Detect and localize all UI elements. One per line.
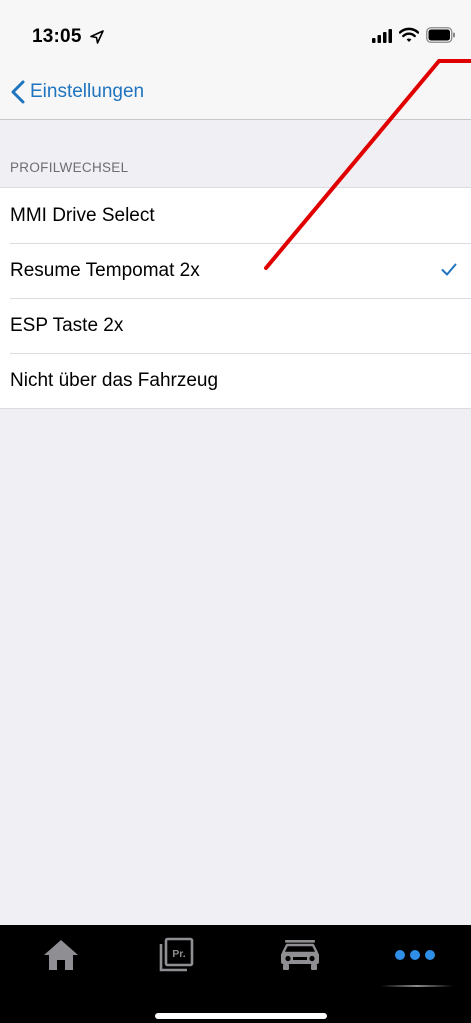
tab-more[interactable] [385,931,445,979]
cellular-signal-icon [372,29,392,43]
profile-switch-options: MMI Drive Select Resume Tempomat 2x ESP … [0,187,471,409]
wifi-icon [399,27,419,42]
status-time: 13:05 [32,26,82,47]
option-label: ESP Taste 2x [10,314,124,336]
back-button[interactable]: Einstellungen [10,76,144,108]
status-bar: 13:05 [0,0,471,68]
tab-home[interactable] [31,931,91,979]
navigation-bar: Einstellungen [0,68,471,120]
profile-icon-glyph: Pr. [172,948,186,960]
option-label: Resume Tempomat 2x [10,259,200,281]
checkmark-icon [441,263,457,276]
section-header: PROFILWECHSEL [10,160,129,175]
battery-icon [426,27,455,43]
profile-icon: Pr. [159,937,194,972]
location-arrow-icon [90,30,104,44]
tab-bar: Pr. [0,925,471,1023]
home-indicator[interactable] [155,1013,327,1019]
chevron-left-icon [11,80,25,104]
back-label: Einstellungen [30,81,145,102]
option-esp-taste-2x[interactable]: ESP Taste 2x [0,298,471,353]
option-resume-tempomat-2x[interactable]: Resume Tempomat 2x [0,243,471,298]
option-label: MMI Drive Select [10,204,155,226]
home-icon [44,940,78,970]
tab-active-indicator [381,985,453,987]
tab-vehicle[interactable] [270,931,330,979]
tab-profile[interactable]: Pr. [146,931,206,979]
car-icon [281,940,319,970]
option-nicht-ueber-das-fahrzeug[interactable]: Nicht über das Fahrzeug [0,353,471,408]
option-mmi-drive-select[interactable]: MMI Drive Select [0,188,471,243]
option-label: Nicht über das Fahrzeug [10,369,219,391]
more-icon [395,950,435,960]
